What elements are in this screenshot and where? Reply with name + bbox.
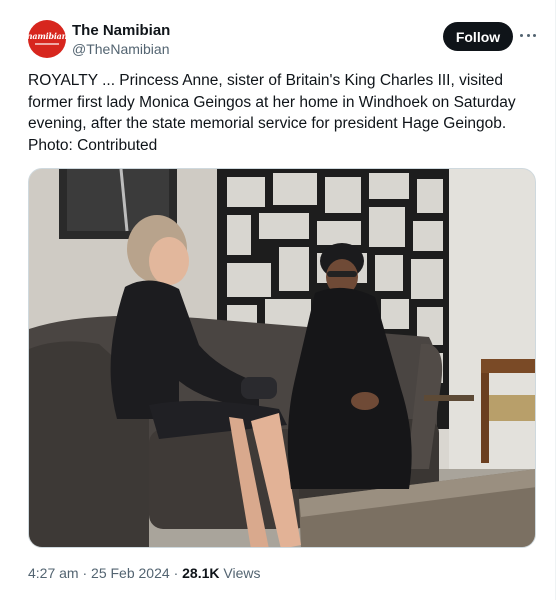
avatar[interactable]: namibian <box>28 20 66 58</box>
account-name[interactable]: The Namibian <box>72 22 170 39</box>
logo-underline <box>35 43 59 45</box>
more-horizontal-icon[interactable] <box>520 28 536 42</box>
separator-dot: · <box>82 565 92 581</box>
follow-button[interactable]: Follow <box>443 22 513 51</box>
photo-illustration <box>29 169 535 547</box>
tweet-timestamp[interactable]: 4:27 am · 25 Feb 2024 · 28.1K Views <box>28 565 260 581</box>
account-handle[interactable]: @TheNamibian <box>72 41 169 57</box>
tweet-photo[interactable] <box>28 168 536 548</box>
tweet-date: 25 Feb 2024 <box>91 565 170 581</box>
tweet-text: ROYALTY ... Princess Anne, sister of Bri… <box>28 72 516 154</box>
tweet-time: 4:27 am <box>28 565 79 581</box>
views-count: 28.1K <box>182 565 220 581</box>
namibian-logo: namibian <box>28 31 66 41</box>
tweet-card: namibian The Namibian @TheNamibian Follo… <box>0 0 556 600</box>
separator-dot: · <box>173 565 183 581</box>
views-label: Views <box>223 565 261 581</box>
